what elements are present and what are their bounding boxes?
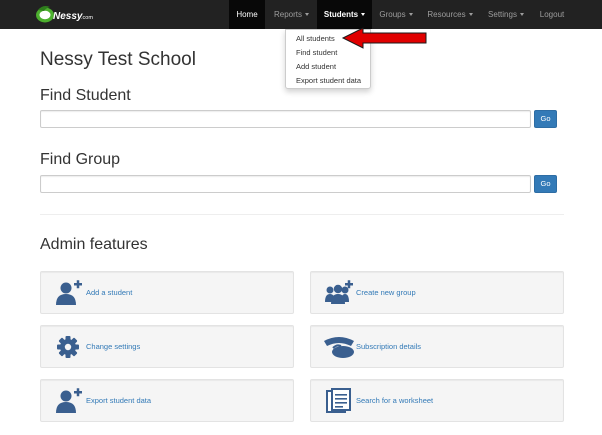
chevron-down-icon — [305, 13, 309, 17]
nav-groups[interactable]: Groups — [374, 0, 418, 29]
chevron-down-icon — [519, 13, 524, 17]
worksheet-icon — [326, 388, 351, 413]
nav-logout[interactable]: Logout — [535, 0, 569, 29]
add-student-link[interactable]: Add a student — [86, 272, 132, 313]
subscription-details-link[interactable]: Subscription details — [356, 326, 421, 367]
subscription-details-tile[interactable]: Subscription details — [310, 325, 564, 368]
section-divider — [40, 214, 564, 215]
nessy-logo[interactable]: Nessy .com — [34, 3, 96, 25]
nav-home-label: Home — [236, 10, 258, 19]
nav-resources[interactable]: Resources — [422, 0, 478, 29]
search-worksheet-tile[interactable]: Search for a worksheet — [310, 379, 564, 422]
nav-settings-label: Settings — [488, 10, 517, 19]
change-settings-tile[interactable]: Change settings — [40, 325, 294, 368]
chevron-down-icon — [361, 13, 366, 17]
find-group-heading: Find Group — [40, 151, 121, 168]
nav-home[interactable]: Home — [229, 0, 265, 29]
admin-features-heading: Admin features — [40, 236, 148, 253]
red-arrow-annotation — [341, 27, 427, 49]
nav-students-label: Students — [323, 10, 359, 19]
logo-suffix: .com — [81, 15, 93, 21]
chevron-down-icon — [468, 13, 473, 17]
telephone-icon — [324, 337, 354, 358]
find-group-go-button[interactable]: Go — [534, 175, 557, 193]
nav-students[interactable]: Students — [317, 0, 372, 29]
menu-item-export-student-data[interactable]: Export student data — [296, 76, 361, 85]
export-user-icon — [56, 388, 82, 413]
chevron-down-icon — [408, 13, 413, 17]
find-student-go-button[interactable]: Go — [534, 110, 557, 128]
nav-logout-label: Logout — [539, 10, 565, 19]
add-group-icon — [325, 280, 353, 304]
create-group-link[interactable]: Create new group — [356, 272, 416, 313]
nav-reports[interactable]: Reports — [268, 0, 315, 29]
export-student-data-link[interactable]: Export student data — [86, 380, 151, 421]
add-user-icon — [56, 280, 82, 305]
search-worksheet-link[interactable]: Search for a worksheet — [356, 380, 433, 421]
find-student-heading: Find Student — [40, 87, 131, 104]
find-student-input[interactable] — [40, 110, 531, 128]
add-student-tile[interactable]: Add a student — [40, 271, 294, 314]
change-settings-link[interactable]: Change settings — [86, 326, 140, 367]
find-group-input[interactable] — [40, 175, 531, 193]
export-student-data-tile[interactable]: Export student data — [40, 379, 294, 422]
menu-item-all-students[interactable]: All students — [296, 34, 335, 43]
create-group-tile[interactable]: Create new group — [310, 271, 564, 314]
nav-groups-label: Groups — [379, 10, 406, 19]
nav-reports-label: Reports — [273, 10, 302, 19]
page-title: Nessy Test School — [40, 49, 196, 70]
nav-resources-label: Resources — [427, 10, 466, 19]
top-navbar: Nessy .com Home Reports Students Groups … — [0, 0, 602, 29]
nav-settings[interactable]: Settings — [484, 0, 528, 29]
logo-text: Nessy — [53, 11, 83, 22]
gear-icon — [57, 336, 79, 358]
menu-item-add-student[interactable]: Add student — [296, 62, 336, 71]
menu-item-find-student[interactable]: Find student — [296, 48, 337, 57]
